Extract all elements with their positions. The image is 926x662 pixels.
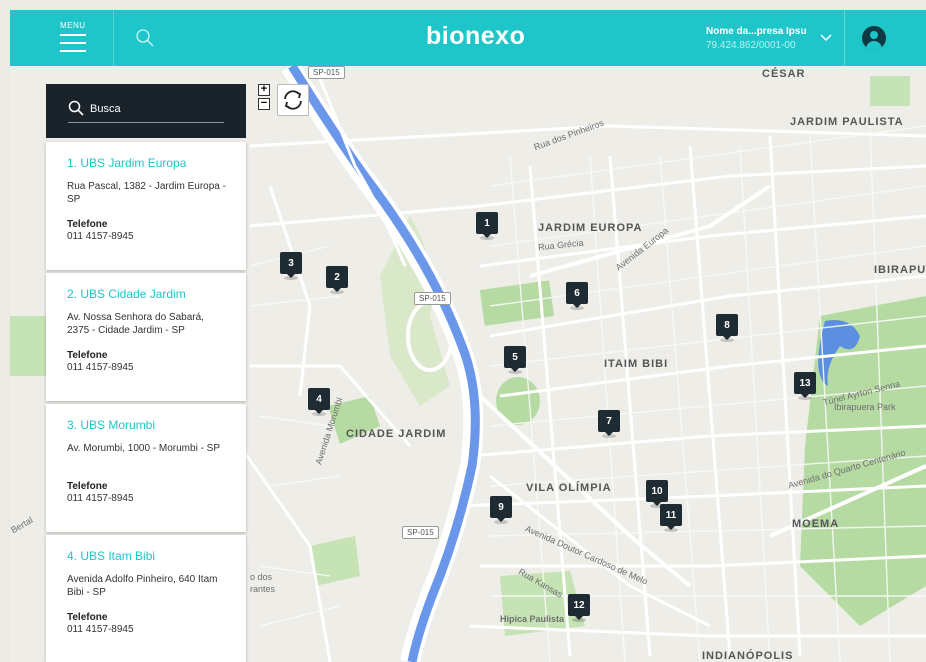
result-title[interactable]: 2. UBS Cidade Jardim xyxy=(67,287,226,301)
phone-label: Telefone xyxy=(67,481,108,492)
map-marker[interactable]: 1 xyxy=(476,212,498,240)
result-card[interactable]: 1. UBS Jardim Europa Rua Pascal, 1382 - … xyxy=(46,142,246,270)
result-address: Av. Nossa Senhora do Sabará, 2375 - Cida… xyxy=(67,312,204,336)
zoom-in-button[interactable]: + xyxy=(258,84,270,96)
user-avatar-icon[interactable] xyxy=(862,26,886,50)
result-card[interactable]: 2. UBS Cidade Jardim Av. Nossa Senhora d… xyxy=(46,273,246,401)
refresh-button[interactable] xyxy=(277,84,309,116)
map-marker[interactable]: 4 xyxy=(308,388,330,416)
app-logo: bionexo xyxy=(426,22,526,50)
map-marker[interactable]: 11 xyxy=(660,504,682,532)
map-marker[interactable]: 5 xyxy=(504,346,526,374)
header-divider xyxy=(844,10,845,66)
map-marker[interactable]: 3 xyxy=(280,252,302,280)
result-address: Av. Morumbi, 1000 - Morumbi - SP xyxy=(67,443,221,454)
map-marker[interactable]: 12 xyxy=(568,594,590,622)
map-marker[interactable]: 13 xyxy=(794,372,816,400)
area-label: CÉSAR xyxy=(762,68,806,80)
street-label: Hípica Paulista xyxy=(500,614,565,624)
app-header: MENU bionexo Nome da...presa Ipsu 79.424… xyxy=(10,10,926,66)
area-label: INDIANÓPOLIS xyxy=(702,650,794,662)
phone-label: Telefone xyxy=(67,350,108,361)
phone-number: 011 4157-8945 xyxy=(67,493,134,504)
search-input[interactable] xyxy=(90,100,224,118)
street-label: Ibirapuera Park xyxy=(834,402,896,412)
company-id: 79.424.862/0001-00 xyxy=(706,40,796,51)
area-label: MOEMA xyxy=(792,518,840,530)
result-title[interactable]: 3. UBS Morumbi xyxy=(67,418,226,432)
road-shield: SP-015 xyxy=(402,526,439,539)
map-marker[interactable]: 6 xyxy=(566,282,588,310)
search-panel xyxy=(46,84,246,138)
search-icon[interactable] xyxy=(134,27,156,49)
search-icon xyxy=(68,100,84,116)
chevron-down-icon[interactable] xyxy=(820,30,832,42)
area-label: IBIRAPU xyxy=(874,264,926,276)
company-selector[interactable]: Nome da...presa Ipsu 79.424.862/0001-00 xyxy=(706,26,807,51)
map-marker[interactable]: 7 xyxy=(598,410,620,438)
result-card[interactable]: 4. UBS Itam Bibi Avenida Adolfo Pinheiro… xyxy=(46,535,246,662)
map-marker[interactable]: 10 xyxy=(646,480,668,508)
company-name: Nome da...presa Ipsu xyxy=(706,26,807,37)
result-address: Avenida Adolfo Pinheiro, 640 Itam Bibi -… xyxy=(67,574,218,598)
road-shield: SP-015 xyxy=(308,66,345,79)
phone-number: 011 4157-8945 xyxy=(67,362,134,373)
map-marker[interactable]: 9 xyxy=(490,496,512,524)
zoom-controls: + − xyxy=(258,84,270,112)
phone-label: Telefone xyxy=(67,612,108,623)
result-card[interactable]: 3. UBS Morumbi Av. Morumbi, 1000 - Morum… xyxy=(46,404,246,532)
map-marker[interactable]: 8 xyxy=(716,314,738,342)
menu-label: MENU xyxy=(60,21,86,30)
area-label: ITAIM BIBI xyxy=(604,358,669,370)
area-label: JARDIM PAULISTA xyxy=(790,116,904,128)
area-label: JARDIM EUROPA xyxy=(538,222,643,234)
search-underline xyxy=(68,122,224,123)
refresh-icon xyxy=(284,90,302,110)
result-address: Rua Pascal, 1382 - Jardim Europa - SP xyxy=(67,181,226,205)
street-label: rantes xyxy=(250,584,276,594)
menu-button[interactable]: MENU xyxy=(48,10,114,66)
result-title[interactable]: 4. UBS Itam Bibi xyxy=(67,549,226,563)
zoom-out-button[interactable]: − xyxy=(258,98,270,110)
phone-number: 011 4157-8945 xyxy=(67,624,134,635)
phone-label: Telefone xyxy=(67,219,108,230)
street-label: o dos xyxy=(250,572,273,582)
hamburger-icon xyxy=(60,34,86,58)
area-label: VILA OLÍMPIA xyxy=(526,482,612,494)
result-title[interactable]: 1. UBS Jardim Europa xyxy=(67,156,226,170)
map-marker[interactable]: 2 xyxy=(326,266,348,294)
road-shield: SP-015 xyxy=(414,292,451,305)
phone-number: 011 4157-8945 xyxy=(67,231,134,242)
area-label: CIDADE JARDIM xyxy=(346,428,447,440)
